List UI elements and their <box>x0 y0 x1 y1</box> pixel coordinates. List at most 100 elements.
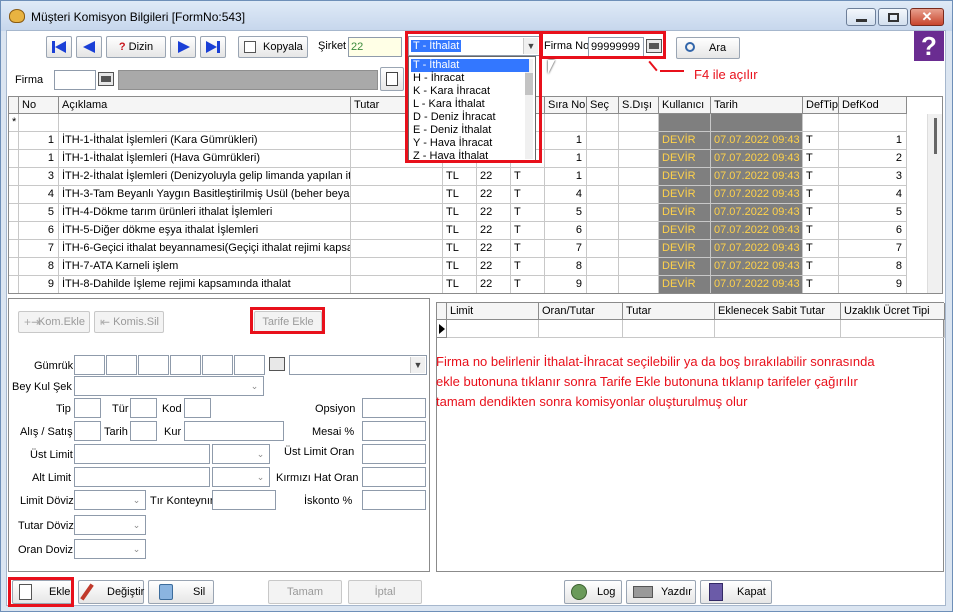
row-indicator[interactable] <box>9 258 19 276</box>
grid-cell-deftip[interactable]: T <box>803 258 839 276</box>
grid-cell-flag[interactable]: T <box>511 276 545 293</box>
grid-cell-tutar[interactable] <box>351 222 443 240</box>
new-row-cell[interactable] <box>545 114 587 132</box>
grid-cell-deftip[interactable]: T <box>803 132 839 150</box>
iptal-button[interactable]: İptal <box>348 580 422 604</box>
row-indicator[interactable] <box>9 168 19 186</box>
grid-cell-tutar[interactable] <box>351 258 443 276</box>
grid-cell-defkod[interactable]: 4 <box>839 186 907 204</box>
new-row-cell[interactable] <box>587 114 619 132</box>
grid-cell-deftip[interactable]: T <box>803 186 839 204</box>
grid-cell-sdisi[interactable] <box>619 276 659 293</box>
firma-code-field[interactable] <box>54 70 96 90</box>
kapat-button[interactable]: Kapat <box>700 580 772 604</box>
grid-cell-tutar[interactable] <box>351 186 443 204</box>
column-header-defkod[interactable]: DefKod <box>839 97 907 114</box>
grid-cell-no[interactable]: 8 <box>19 258 59 276</box>
grid-cell-no[interactable]: 4 <box>19 186 59 204</box>
grid-cell-sira[interactable]: 6 <box>545 222 587 240</box>
grid-cell-deftip[interactable]: T <box>803 276 839 293</box>
row-indicator[interactable] <box>9 150 19 168</box>
kopyala-button[interactable]: Kopyala <box>238 36 308 58</box>
new-row-cell[interactable] <box>711 114 803 132</box>
grid-cell-cur[interactable]: TL <box>443 186 477 204</box>
kod-field[interactable] <box>184 398 211 418</box>
grid-cell-sira[interactable]: 5 <box>545 204 587 222</box>
grid-cell-sirket[interactable]: 22 <box>477 222 511 240</box>
grid-cell-no[interactable]: 1 <box>19 150 59 168</box>
grid-cell-cur[interactable]: TL <box>443 240 477 258</box>
grid-cell-cur[interactable]: TL <box>443 168 477 186</box>
mesai-field[interactable] <box>362 421 426 441</box>
close-button[interactable]: ✕ <box>910 8 944 26</box>
tarife-column-header[interactable]: Tutar <box>623 303 715 320</box>
grid-cell-sec[interactable] <box>587 132 619 150</box>
limit-doviz-combo[interactable]: ⌄ <box>74 490 146 510</box>
grid-cell-aciklama[interactable]: İTH-8-Dahilde İşleme rejimi kapsamında i… <box>59 276 351 293</box>
grid-cell-flag[interactable]: T <box>511 258 545 276</box>
ust-limit-field[interactable] <box>74 444 210 464</box>
grid-cell-sec[interactable] <box>587 150 619 168</box>
grid-cell-sirket[interactable]: 22 <box>477 204 511 222</box>
komis-sil-button[interactable]: ⇤ Komis.Sil <box>94 311 164 333</box>
chevron-down-icon[interactable]: ⌄ <box>253 469 268 485</box>
new-row-cell[interactable] <box>803 114 839 132</box>
row-indicator[interactable] <box>9 276 19 293</box>
grid-cell-sdisi[interactable] <box>619 240 659 258</box>
chevron-down-icon[interactable]: ⌄ <box>247 378 262 394</box>
grid-cell-sirket[interactable]: 22 <box>477 168 511 186</box>
grid-scrollbar[interactable] <box>927 114 942 293</box>
help-icon[interactable]: ? <box>914 31 944 61</box>
kom-ekle-button[interactable]: +⇥ Kom.Ekle <box>18 311 90 333</box>
firma-detail-button[interactable] <box>380 67 404 91</box>
row-indicator[interactable] <box>9 222 19 240</box>
row-indicator[interactable] <box>9 204 19 222</box>
grid-cell-aciklama[interactable]: İTH-1-İthalat İşlemleri (Kara Gümrükleri… <box>59 132 351 150</box>
grid-cell-sdisi[interactable] <box>619 204 659 222</box>
grid-cell-no[interactable]: 6 <box>19 222 59 240</box>
tarife-column-header[interactable]: Limit <box>447 303 539 320</box>
grid-cell-sec[interactable] <box>587 258 619 276</box>
grid-cell-tutar[interactable] <box>351 168 443 186</box>
grid-cell-kullanici[interactable]: DEVİR <box>659 168 711 186</box>
grid-cell-no[interactable]: 9 <box>19 276 59 293</box>
tutar-doviz-combo[interactable]: ⌄ <box>74 515 146 535</box>
oran-doviz-combo[interactable]: ⌄ <box>74 539 146 559</box>
grid-cell-sirket[interactable]: 22 <box>477 186 511 204</box>
grid-cell-tarih[interactable]: 07.07.2022 09:43 <box>711 240 803 258</box>
maximize-button[interactable] <box>878 8 908 26</box>
tarife-column-header[interactable]: Oran/Tutar <box>539 303 623 320</box>
grid-cell-flag[interactable]: T <box>511 186 545 204</box>
column-header-aciklama[interactable]: Açıklama <box>59 97 351 114</box>
grid-cell-kullanici[interactable]: DEVİR <box>659 258 711 276</box>
tur-field[interactable] <box>130 398 157 418</box>
grid-cell-defkod[interactable]: 7 <box>839 240 907 258</box>
grid-cell-tarih[interactable]: 07.07.2022 09:43 <box>711 186 803 204</box>
grid-cell-sec[interactable] <box>587 276 619 293</box>
alt-limit-currency[interactable]: ⌄ <box>212 467 270 487</box>
grid-cell-deftip[interactable]: T <box>803 222 839 240</box>
grid-cell-kullanici[interactable]: DEVİR <box>659 132 711 150</box>
grid-cell-tarih[interactable]: 07.07.2022 09:43 <box>711 150 803 168</box>
gumruk-code-2[interactable] <box>106 355 137 375</box>
grid-cell-defkod[interactable]: 9 <box>839 276 907 293</box>
tir-konteynir-field[interactable] <box>212 490 276 510</box>
gumruk-lookup-icon[interactable] <box>269 357 285 371</box>
grid-cell-sec[interactable] <box>587 222 619 240</box>
firma-lookup-icon[interactable] <box>98 72 114 86</box>
gumruk-code-3[interactable] <box>138 355 169 375</box>
gumruk-combo[interactable]: ▼ <box>289 355 427 375</box>
grid-cell-flag[interactable]: T <box>511 204 545 222</box>
grid-cell-sec[interactable] <box>587 186 619 204</box>
grid-cell-aciklama[interactable]: İTH-5-Diğer dökme eşya ithalat İşlemleri <box>59 222 351 240</box>
grid-cell-flag[interactable]: T <box>511 240 545 258</box>
opsiyon-field[interactable] <box>362 398 426 418</box>
kirmizi-hat-oran-field[interactable] <box>362 467 426 487</box>
previous-record-button[interactable] <box>76 36 102 58</box>
new-row-cell[interactable] <box>659 114 711 132</box>
grid-cell-defkod[interactable]: 2 <box>839 150 907 168</box>
row-indicator[interactable] <box>9 240 19 258</box>
grid-cell-tutar[interactable] <box>351 240 443 258</box>
grid-cell-sira[interactable]: 7 <box>545 240 587 258</box>
grid-cell-kullanici[interactable]: DEVİR <box>659 204 711 222</box>
